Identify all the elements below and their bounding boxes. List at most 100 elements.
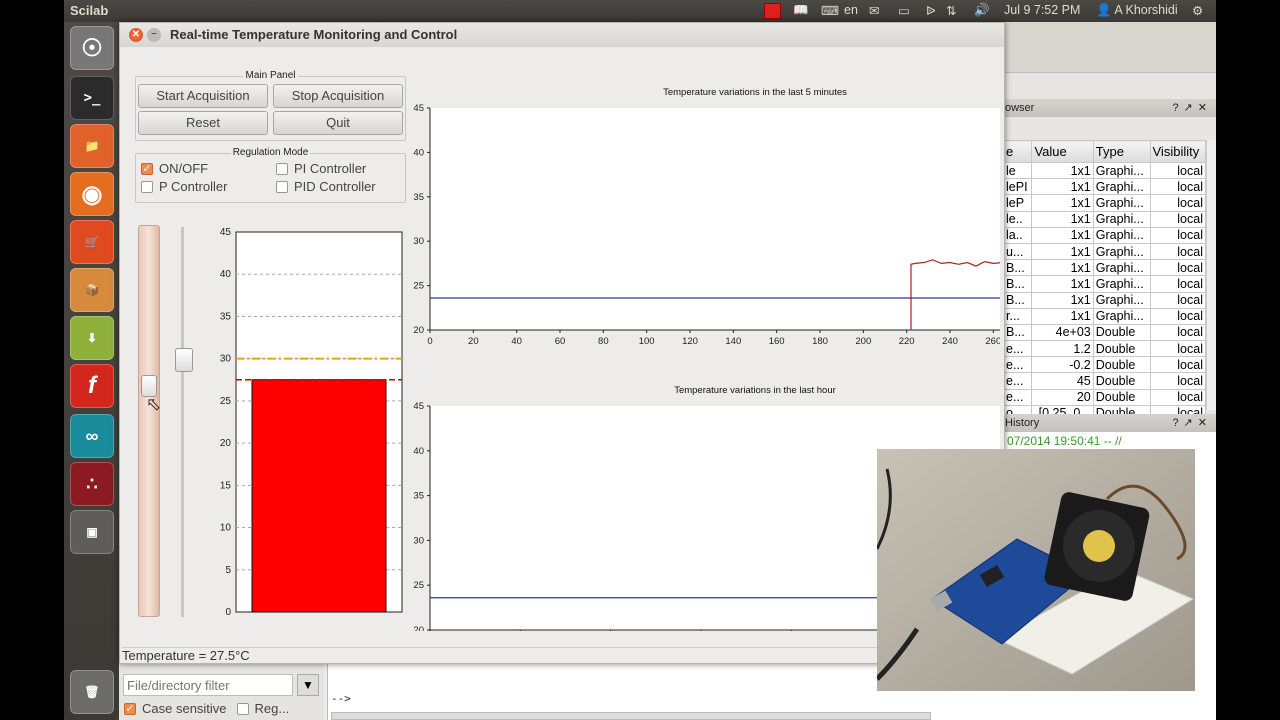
pi-check-icon: [276, 162, 288, 175]
system-top-bar: Scilab 📖 ⌨ en ✉ ▭ ᐉ ⇅ 🔊 Jul 9 7:52 PM 👤 …: [64, 0, 1216, 22]
file-filter-input[interactable]: [123, 674, 293, 696]
arduino-icon[interactable]: ∞: [70, 414, 114, 458]
user-menu[interactable]: 👤 A Khorshidi: [1096, 3, 1178, 18]
panel-controls[interactable]: ?↗✕: [1172, 99, 1212, 117]
table-row[interactable]: e... 45 Double local: [1002, 372, 1206, 390]
terminal-icon[interactable]: >_: [70, 76, 114, 120]
case-sensitive-label: Case sensitive: [142, 701, 227, 716]
x-tick-label: 180: [812, 336, 828, 347]
variable-browser-header: owser ?↗✕: [1003, 99, 1216, 117]
reset-button[interactable]: Reset: [138, 111, 268, 135]
volume-icon[interactable]: 🔊: [974, 3, 990, 18]
downloads-icon[interactable]: ⬇: [70, 316, 114, 360]
window-icon[interactable]: ▣: [70, 510, 114, 554]
table-cell: Graphi...: [1092, 291, 1151, 309]
table-cell: local: [1149, 356, 1206, 374]
filter-funnel-icon[interactable]: ▼: [297, 674, 319, 696]
clock[interactable]: Jul 9 7:52 PM: [1004, 3, 1080, 17]
table-cell: 1x1: [1031, 307, 1094, 325]
variable-scrollbar[interactable]: [1206, 140, 1216, 410]
bluetooth-icon[interactable]: ᐉ: [926, 3, 936, 18]
table-cell: B...: [1002, 275, 1033, 293]
network-icon[interactable]: ⇅: [946, 3, 956, 18]
table-cell: B...: [1002, 323, 1033, 342]
trash-icon[interactable]: 🗑: [70, 670, 114, 714]
history-entry[interactable]: 07/2014 19:50:41 -- //: [1007, 434, 1122, 448]
console-scrollbar[interactable]: [331, 712, 931, 720]
scilab-icon[interactable]: ∴: [70, 462, 114, 506]
column-header[interactable]: e: [1002, 140, 1033, 163]
book-icon[interactable]: 📖: [793, 3, 809, 18]
keyboard-icon[interactable]: ⌨: [821, 3, 839, 18]
regexp-check-icon[interactable]: [236, 702, 249, 715]
quit-button[interactable]: Quit: [273, 111, 403, 135]
table-row[interactable]: e... 1.2 Double local: [1002, 340, 1206, 358]
table-cell: lePI: [1002, 178, 1033, 196]
user-name: A Khorshidi: [1114, 3, 1178, 17]
setpoint-slider-track[interactable]: [181, 227, 184, 617]
column-header[interactable]: Value: [1031, 140, 1094, 163]
plot-area: [430, 108, 1000, 330]
stop-acquisition-button[interactable]: Stop Acquisition: [273, 84, 403, 108]
table-row[interactable]: B... 1x1 Graphi... local: [1002, 275, 1206, 293]
language-indicator[interactable]: en: [844, 3, 858, 17]
table-cell: local: [1149, 388, 1206, 406]
x-tick-label: 40: [511, 336, 522, 347]
regexp-label: Reg...: [254, 701, 290, 716]
column-header[interactable]: Visibility: [1149, 140, 1206, 163]
table-row[interactable]: B... 1x1 Graphi... local: [1002, 259, 1206, 277]
table-cell: Double: [1092, 356, 1151, 374]
record-indicator-icon[interactable]: [764, 3, 781, 19]
table-row[interactable]: la.. 1x1 Graphi... local: [1002, 226, 1206, 244]
table-cell: 20: [1031, 388, 1094, 406]
table-cell: e...: [1002, 372, 1033, 390]
p-controller-checkbox[interactable]: P Controller: [141, 179, 227, 194]
window-title: Real-time Temperature Monitoring and Con…: [170, 27, 458, 42]
table-cell: 1x1: [1031, 194, 1094, 212]
table-cell: local: [1149, 210, 1206, 228]
table-row[interactable]: r... 1x1 Graphi... local: [1002, 307, 1206, 325]
firefox-icon[interactable]: ◉: [70, 172, 114, 216]
ubuntu-dash-icon[interactable]: ☉: [70, 26, 114, 70]
table-row[interactable]: B... 1x1 Graphi... local: [1002, 291, 1206, 309]
x-tick-label: 160: [769, 336, 785, 347]
column-header[interactable]: Type: [1092, 140, 1151, 163]
table-row[interactable]: lePI 1x1 Graphi... local: [1002, 178, 1206, 196]
table-cell: Graphi...: [1092, 275, 1151, 293]
software-center-icon[interactable]: 🛒: [70, 220, 114, 264]
table-cell: leP: [1002, 194, 1033, 212]
setpoint-slider-handle[interactable]: [175, 348, 193, 372]
history-panel-controls[interactable]: ?↗✕: [1172, 414, 1212, 432]
pid-controller-checkbox[interactable]: PID Controller: [276, 179, 376, 194]
archive-icon[interactable]: 📦: [70, 268, 114, 312]
files-icon[interactable]: 📁: [70, 124, 114, 168]
x-tick-label: 260: [985, 336, 1000, 347]
pi-controller-checkbox[interactable]: PI Controller: [276, 161, 366, 176]
close-window-icon[interactable]: ✕: [129, 28, 143, 42]
variable-table: e Value Type Visibility le 1x1 Graphi... local…: [1002, 140, 1206, 439]
y-tick-label: 35: [413, 491, 424, 502]
bar-y-tick-label: 35: [220, 311, 232, 322]
mail-icon[interactable]: ✉: [869, 3, 879, 18]
table-row[interactable]: leP 1x1 Graphi... local: [1002, 194, 1206, 212]
temperature-bar: [251, 379, 387, 613]
table-row[interactable]: le 1x1 Graphi... local: [1002, 161, 1206, 180]
table-row[interactable]: e... -0.2 Double local: [1002, 356, 1206, 374]
onoff-checkbox[interactable]: ✓ ON/OFF: [141, 161, 208, 176]
case-sensitive-checkbox[interactable]: ✓ Case sensitive Reg...: [124, 701, 289, 716]
table-row[interactable]: u... 1x1 Graphi... local: [1002, 242, 1206, 261]
table-cell: Graphi...: [1092, 178, 1151, 196]
table-row[interactable]: B... 4e+03 Double local: [1002, 323, 1206, 342]
table-row[interactable]: le.. 1x1 Graphi... local: [1002, 210, 1206, 228]
settings-gear-icon[interactable]: ⚙: [1192, 3, 1203, 18]
start-acquisition-button[interactable]: Start Acquisition: [138, 84, 268, 108]
y-tick-label: 25: [413, 281, 424, 292]
table-cell: le: [1002, 161, 1033, 180]
battery-icon[interactable]: ▭: [898, 3, 910, 18]
temperature-slider-track[interactable]: [138, 225, 160, 617]
minimize-window-icon[interactable]: –: [147, 28, 161, 42]
table-cell: Graphi...: [1092, 226, 1151, 244]
table-row[interactable]: e... 20 Double local: [1002, 388, 1206, 406]
table-cell: 1x1: [1031, 291, 1094, 309]
fritzing-icon[interactable]: f: [70, 364, 114, 408]
